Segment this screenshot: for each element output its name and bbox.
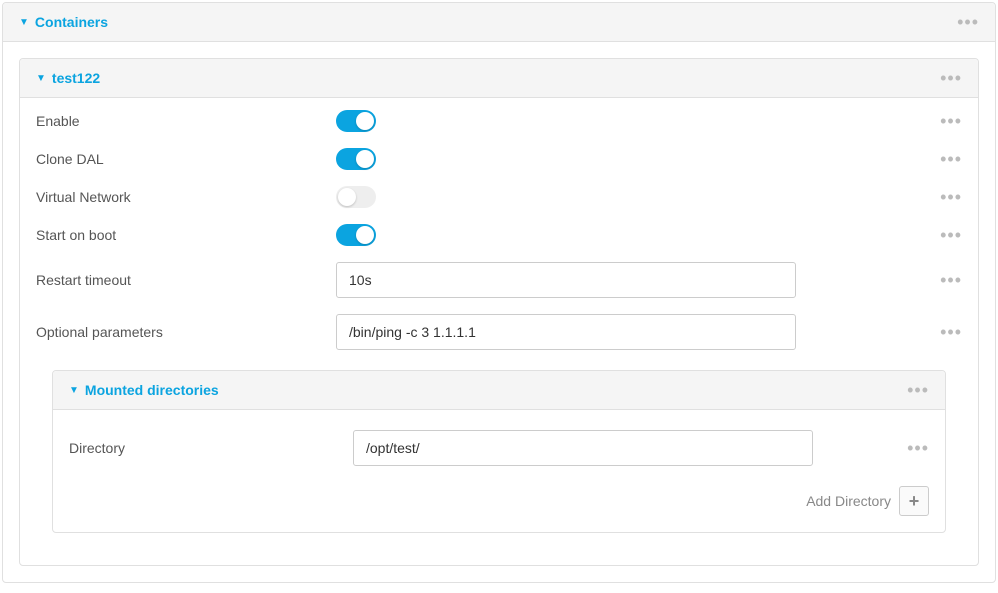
- clone-dal-row: Clone DAL •••: [36, 140, 962, 178]
- optional-params-input[interactable]: [336, 314, 796, 350]
- plus-icon: +: [909, 491, 920, 512]
- mounted-directories-title: Mounted directories: [85, 382, 219, 398]
- containers-panel: ▼ Containers ••• ▼ test122 ••• Enable ••…: [2, 2, 996, 583]
- clone-dal-menu-icon[interactable]: •••: [922, 150, 962, 168]
- containers-header: ▼ Containers •••: [3, 3, 995, 42]
- container-item-name: test122: [52, 70, 100, 86]
- chevron-down-icon: ▼: [69, 385, 79, 396]
- add-directory-row: Add Directory +: [69, 474, 929, 516]
- restart-timeout-input[interactable]: [336, 262, 796, 298]
- restart-timeout-menu-icon[interactable]: •••: [922, 271, 962, 289]
- containers-title: Containers: [35, 14, 108, 30]
- enable-menu-icon[interactable]: •••: [922, 112, 962, 130]
- mounted-directories-menu-icon[interactable]: •••: [907, 381, 929, 399]
- mounted-directories-body: Directory ••• Add Directory +: [53, 410, 945, 532]
- container-item-menu-icon[interactable]: •••: [940, 69, 962, 87]
- directory-menu-icon[interactable]: •••: [889, 439, 929, 457]
- start-on-boot-label: Start on boot: [36, 227, 336, 243]
- optional-params-label: Optional parameters: [36, 324, 336, 340]
- virtual-network-row: Virtual Network •••: [36, 178, 962, 216]
- clone-dal-toggle[interactable]: [336, 148, 376, 170]
- virtual-network-label: Virtual Network: [36, 189, 336, 205]
- start-on-boot-toggle[interactable]: [336, 224, 376, 246]
- enable-toggle[interactable]: [336, 110, 376, 132]
- optional-params-row: Optional parameters •••: [36, 306, 962, 358]
- directory-label: Directory: [69, 440, 353, 456]
- optional-params-menu-icon[interactable]: •••: [922, 323, 962, 341]
- containers-toggle[interactable]: ▼ Containers: [19, 14, 108, 30]
- directory-input[interactable]: [353, 430, 813, 466]
- restart-timeout-row: Restart timeout •••: [36, 254, 962, 306]
- add-directory-label: Add Directory: [806, 493, 891, 509]
- enable-row: Enable •••: [36, 102, 962, 140]
- mounted-directories-header: ▼ Mounted directories •••: [53, 371, 945, 410]
- directory-row: Directory •••: [69, 422, 929, 474]
- containers-menu-icon[interactable]: •••: [957, 13, 979, 31]
- chevron-down-icon: ▼: [36, 73, 46, 84]
- container-item-panel: ▼ test122 ••• Enable ••• Clone DAL •••: [19, 58, 979, 566]
- start-on-boot-row: Start on boot •••: [36, 216, 962, 254]
- chevron-down-icon: ▼: [19, 17, 29, 28]
- container-item-body: Enable ••• Clone DAL ••• Virtual Network…: [20, 98, 978, 565]
- container-item-header: ▼ test122 •••: [20, 59, 978, 98]
- add-directory-button[interactable]: +: [899, 486, 929, 516]
- mounted-directories-toggle[interactable]: ▼ Mounted directories: [69, 382, 219, 398]
- clone-dal-label: Clone DAL: [36, 151, 336, 167]
- virtual-network-menu-icon[interactable]: •••: [922, 188, 962, 206]
- restart-timeout-label: Restart timeout: [36, 272, 336, 288]
- container-item-toggle[interactable]: ▼ test122: [36, 70, 100, 86]
- mounted-directories-panel: ▼ Mounted directories ••• Directory •••: [52, 370, 946, 533]
- enable-label: Enable: [36, 113, 336, 129]
- virtual-network-toggle[interactable]: [336, 186, 376, 208]
- start-on-boot-menu-icon[interactable]: •••: [922, 226, 962, 244]
